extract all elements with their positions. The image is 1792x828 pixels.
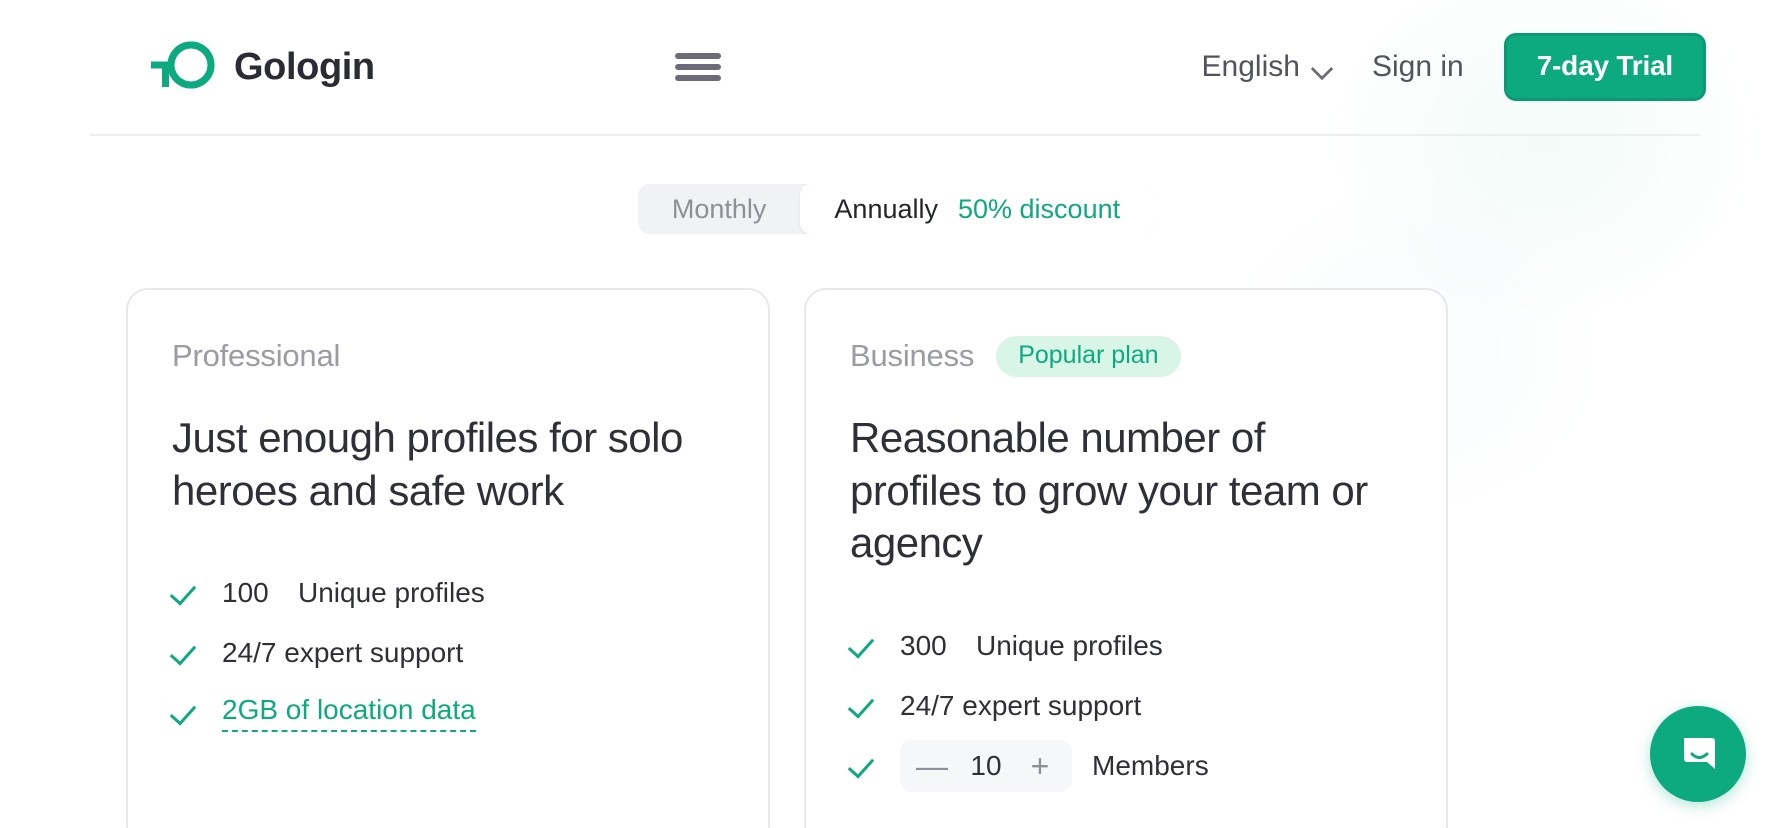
feature-link-location-data[interactable]: 2GB of location data [222,694,476,732]
feature-row: 24/7 expert support [172,623,724,683]
chat-widget-button[interactable] [1650,706,1746,802]
pricing-card-professional: Professional Just enough profiles for so… [126,288,770,828]
check-icon [172,578,202,608]
check-icon [850,691,880,721]
check-icon [172,638,202,668]
feature-label: 24/7 expert support [222,637,464,668]
plan-title: Reasonable number of profiles to grow yo… [850,414,1368,566]
card-header: Business Popular plan [850,334,1402,378]
billing-annually-label: Annually [834,193,938,224]
plan-features: 100 Unique profiles 24/7 expert support … [172,563,724,743]
chevron-down-icon [1312,61,1332,73]
popular-plan-badge: Popular plan [996,335,1181,377]
site-header: Gologin English Sign in 7-day Trial [0,0,1792,134]
brand-name: Gologin [234,45,375,88]
billing-toggle: Monthly Annually 50% discount [637,184,1155,234]
members-increment-button[interactable]: + [1018,744,1062,788]
check-icon [850,631,880,661]
pricing-card-business: Business Popular plan Reasonable number … [804,288,1448,828]
feature-quantity: 300 [900,629,947,661]
feature-row: 2GB of location data [172,683,724,743]
gologin-infinity-logo-icon [128,37,216,98]
members-value[interactable]: 10 [962,750,1010,782]
billing-discount-label: 50% discount [958,193,1121,224]
pricing-cards: Professional Just enough profiles for so… [0,288,1792,828]
feature-row: — 10 + Members [850,736,1402,796]
language-label: English [1201,50,1300,83]
plan-name: Business [850,338,975,373]
check-icon [172,698,202,728]
members-decrement-button[interactable]: — [910,744,954,788]
billing-toggle-wrapper: Monthly Annually 50% discount [0,184,1792,234]
header-divider [90,134,1700,136]
billing-option-annually[interactable]: Annually 50% discount [800,184,1155,234]
sign-in-link[interactable]: Sign in [1372,50,1464,84]
members-stepper: — 10 + [900,739,1072,792]
trial-cta-button[interactable]: 7-day Trial [1503,33,1706,101]
feature-row: 300 Unique profiles [850,616,1402,676]
plan-title: Just enough profiles for solo heroes and… [172,414,683,514]
check-icon [850,751,880,781]
header-actions: English Sign in 7-day Trial [1202,33,1792,101]
chat-bubble-smile-icon [1674,728,1722,781]
feature-label: Unique profiles [976,629,1163,661]
language-selector[interactable]: English [1202,50,1332,84]
hamburger-bar [674,75,721,81]
brand-logo-link[interactable]: Gologin [128,37,375,98]
hamburger-menu-icon[interactable] [674,50,721,84]
feature-row: 100 Unique profiles [172,563,724,623]
hamburger-bar [674,53,721,59]
feature-label: Unique profiles [298,577,485,608]
plan-name: Professional [172,338,341,373]
billing-option-monthly[interactable]: Monthly [638,184,801,234]
plan-features: 300 Unique profiles 24/7 expert support … [850,616,1402,796]
card-header: Professional [172,334,724,378]
feature-label: 24/7 expert support [900,689,1142,721]
hamburger-bar [674,64,721,70]
feature-row: 24/7 expert support [850,676,1402,736]
feature-quantity: 100 [222,577,269,608]
feature-label: Members [1092,749,1209,781]
